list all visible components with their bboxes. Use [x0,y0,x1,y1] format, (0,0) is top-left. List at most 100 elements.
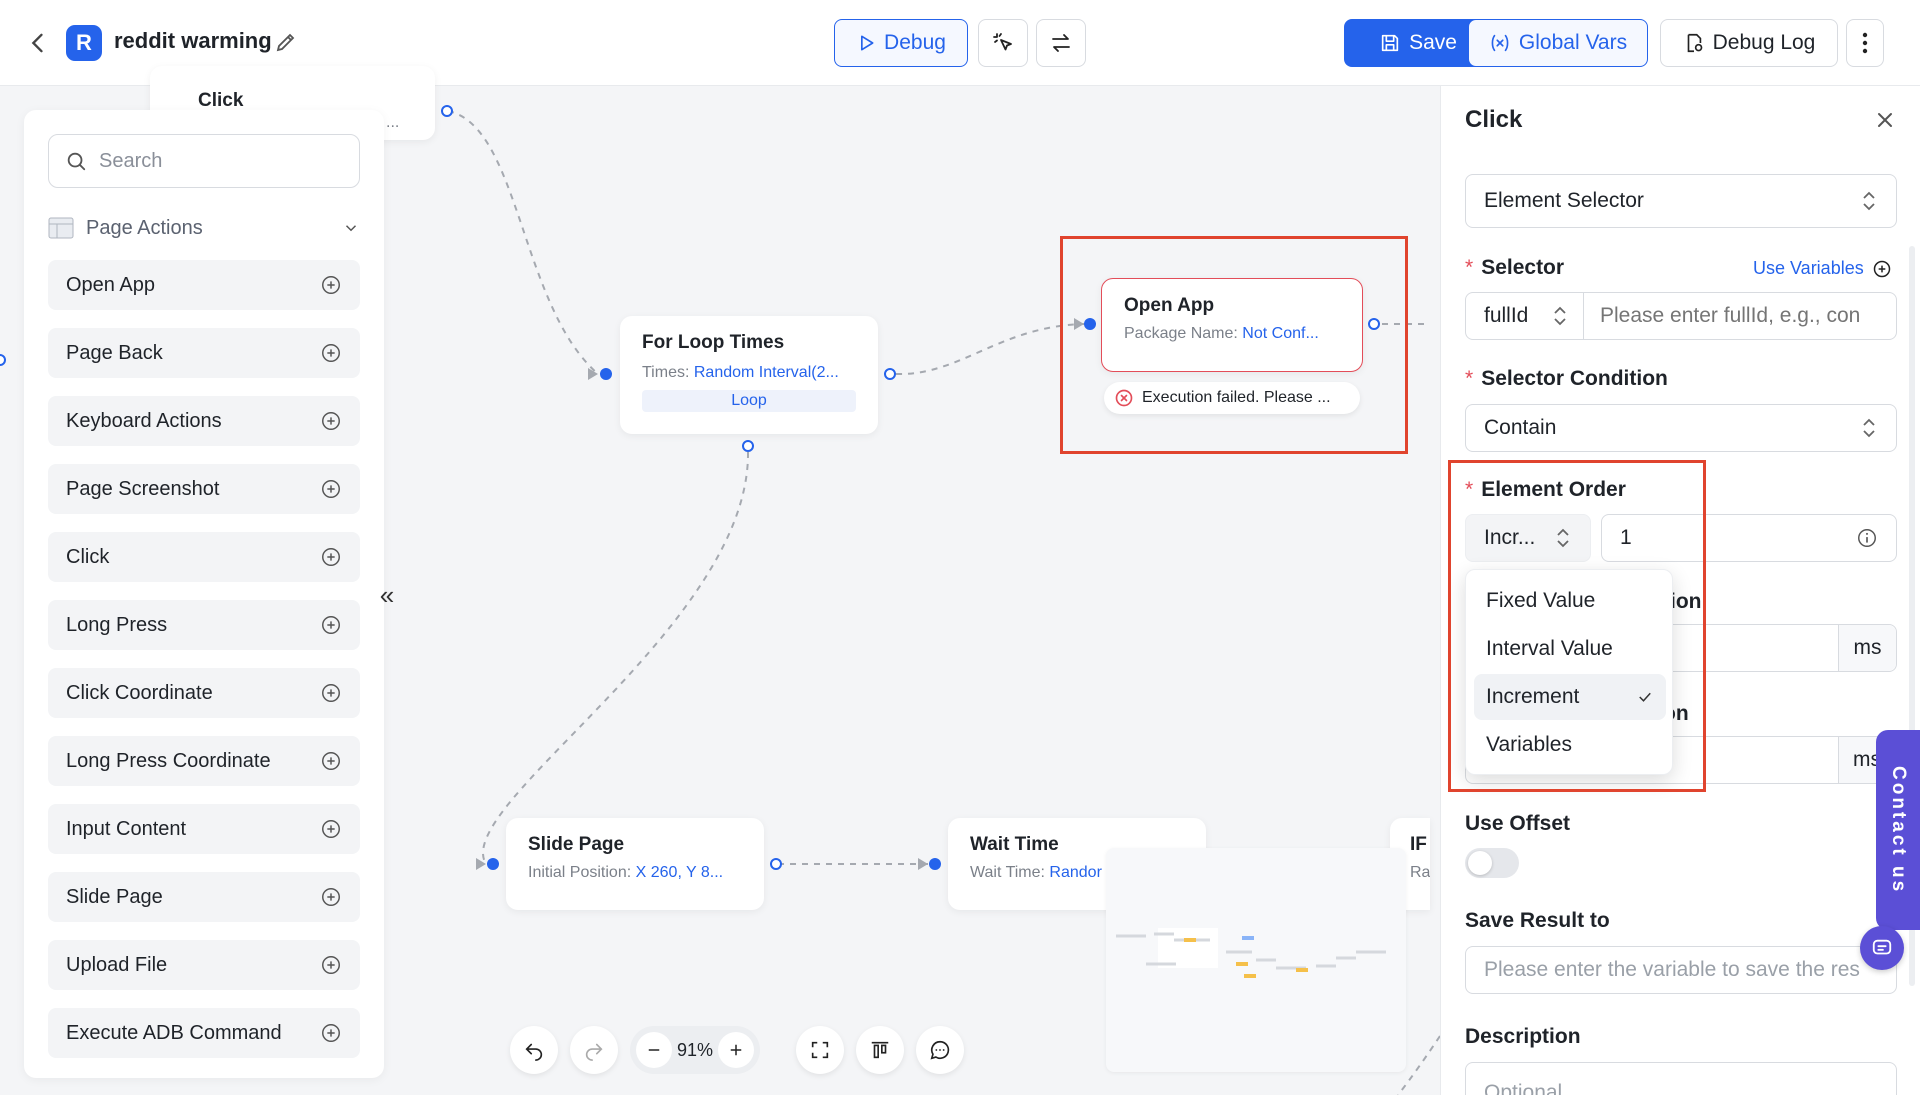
add-circle-icon[interactable] [320,342,342,364]
node-loop-body-port[interactable] [742,440,754,452]
add-circle-icon[interactable] [320,818,342,840]
palette-item-label: Page Back [66,341,163,364]
add-circle-icon[interactable] [320,682,342,704]
debug-log-button[interactable]: Debug Log [1660,19,1838,67]
palette-item[interactable]: Slide Page [48,872,360,922]
palette-item[interactable]: Input Content [48,804,360,854]
undo-icon [525,1043,543,1061]
selector-label: * Selector [1465,256,1565,279]
description-input[interactable]: Optional [1465,1062,1897,1095]
palette-item[interactable]: Upload File [48,940,360,990]
node-openapp-out-port[interactable] [1368,318,1380,330]
node-wait-in-port[interactable] [929,858,941,870]
node-slide-out-port[interactable] [770,858,782,870]
selector-value-input[interactable] [1584,293,1896,339]
align-button[interactable] [856,1026,904,1074]
zoom-out-button[interactable] [636,1032,672,1068]
node-click-out-port[interactable] [441,105,453,117]
use-variables-link[interactable]: Use Variables [1753,258,1892,279]
palette-item-label: Page Screenshot [66,477,220,500]
node-openapp-error: Execution failed. Please ... [1104,382,1360,414]
node-loop-sub-label: Times: [642,364,690,381]
node-for-loop[interactable]: For Loop Times Times: Random Interval(2.… [620,316,878,434]
chat-icon [1872,939,1892,955]
add-circle-icon[interactable] [320,954,342,976]
use-offset-label: Use Offset [1465,812,1571,835]
chat-launcher-button[interactable] [1860,926,1904,970]
loop-badge: Loop [642,390,856,412]
contact-us-tab[interactable]: Contact us [1876,730,1920,930]
fit-view-button[interactable] [796,1026,844,1074]
node-slide-page[interactable]: Slide Page Initial Position: X 260, Y 8.… [506,818,764,910]
info-icon[interactable] [1856,527,1878,549]
debug-button[interactable]: Debug [834,19,968,67]
undo-button[interactable] [510,1026,558,1074]
redo-button[interactable] [570,1026,618,1074]
node-loop-title: For Loop Times [642,332,785,353]
node-loop-in-port[interactable] [600,368,612,380]
selector-type-select[interactable]: fullId [1466,293,1584,339]
palette-item-label: Execute ADB Command [66,1021,282,1044]
palette-search-input[interactable]: Search [48,134,360,188]
add-circle-icon[interactable] [320,478,342,500]
add-circle-icon[interactable] [320,614,342,636]
node-click-sub: ... [386,114,400,131]
fullscreen-corners-icon [811,1041,829,1059]
more-vertical-icon [1862,32,1868,54]
group-page-actions[interactable]: Page Actions [48,214,360,242]
node-open-app[interactable]: Open App Package Name: Not Conf... [1101,278,1363,372]
swap-button[interactable] [1036,19,1086,67]
palette-item[interactable]: Page Screenshot [48,464,360,514]
minimap[interactable] [1106,848,1406,1072]
log-gear-icon [1687,33,1702,53]
more-menu-button[interactable] [1846,19,1884,67]
save-label: Save [1409,31,1457,54]
collapse-palette-button[interactable]: « [372,580,402,610]
zoom-level: 91% [676,1039,714,1060]
palette-item[interactable]: Execute ADB Command [48,1008,360,1058]
add-circle-icon[interactable] [320,750,342,772]
use-offset-toggle[interactable] [1465,848,1519,878]
node-openapp-in-port[interactable] [1084,318,1096,330]
add-circle-icon[interactable] [320,546,342,568]
node-slide-in-port[interactable] [487,858,499,870]
node-if-sub: Ra [1410,864,1430,881]
align-top-icon [871,1041,889,1059]
palette-item[interactable]: Long Press [48,600,360,650]
pick-element-button[interactable] [978,19,1028,67]
zoom-control: 91% [630,1026,760,1074]
contact-us-label: Contact us [1888,765,1909,895]
close-icon[interactable] [1873,108,1897,132]
node-openapp-error-text: Execution failed. Please ... [1142,389,1331,406]
edit-pencil-icon[interactable] [274,30,298,54]
palette-item[interactable]: Click [48,532,360,582]
play-icon [861,35,874,51]
locator-type-select[interactable]: Element Selector [1465,174,1897,228]
palette-item-label: Slide Page [66,885,163,908]
variable-x-icon [1491,34,1509,52]
comment-button[interactable] [916,1026,964,1074]
add-circle-icon[interactable] [320,886,342,908]
add-circle-icon[interactable] [320,1022,342,1044]
node-if-title: IF [1410,834,1427,855]
global-vars-label: Global Vars [1518,31,1628,54]
palette-item[interactable]: Keyboard Actions [48,396,360,446]
panel-title: Click [1465,106,1523,133]
zoom-in-button[interactable] [718,1032,754,1068]
selector-condition-select[interactable]: Contain [1465,404,1897,452]
palette-item[interactable]: Long Press Coordinate [48,736,360,786]
add-circle-icon[interactable] [320,410,342,432]
global-vars-button[interactable]: Global Vars [1468,19,1648,67]
save-result-input[interactable]: Please enter the variable to save the re… [1465,946,1897,994]
plus-icon [730,1044,742,1056]
add-circle-icon[interactable] [320,274,342,296]
palette-item[interactable]: Open App [48,260,360,310]
back-arrow-icon[interactable] [24,29,52,57]
palette-item[interactable]: Click Coordinate [48,668,360,718]
node-loop-out-port[interactable] [884,368,896,380]
palette-item[interactable]: Page Back [48,328,360,378]
search-placeholder: Search [99,149,163,172]
debug-log-label: Debug Log [1712,31,1816,54]
error-x-circle-icon [1115,389,1133,407]
page-table-icon [48,217,74,239]
